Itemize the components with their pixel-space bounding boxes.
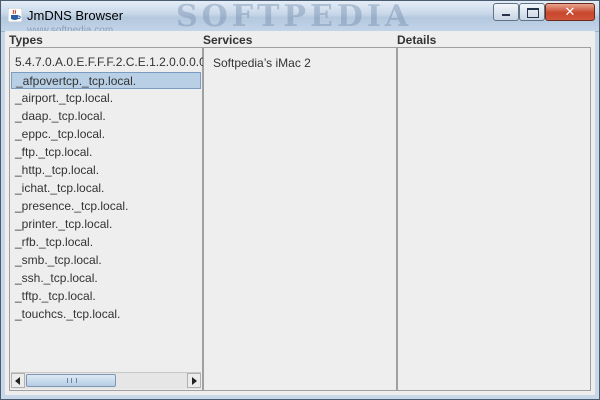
types-list[interactable]: 5.4.7.0.A.0.E.F.F.F.2.C.E.1.2.0.0.0.0 _a… [9,47,206,391]
list-item[interactable]: _touchcs._tcp.local. [15,306,120,323]
list-item[interactable]: _rfb._tcp.local. [15,234,93,251]
list-item[interactable]: _ftp._tcp.local. [15,144,92,161]
minimize-button[interactable] [493,3,519,21]
list-item[interactable]: _http._tcp.local. [15,162,99,179]
java-cup-icon [8,8,22,22]
window-title: JmDNS Browser [27,8,124,23]
horizontal-scrollbar[interactable] [11,372,201,389]
services-list[interactable]: Softpedia’s iMac 2 [203,47,397,391]
types-header: Types [9,33,43,47]
close-button[interactable]: ✕ [545,3,595,21]
details-panel [397,47,591,391]
services-header: Services [203,33,253,47]
scroll-thumb[interactable] [26,374,116,387]
grip-icon [67,378,77,383]
list-item[interactable]: _eppc._tcp.local. [15,126,105,143]
list-item[interactable]: _smb._tcp.local. [15,252,102,269]
list-item[interactable]: _tftp._tcp.local. [15,288,96,305]
list-item[interactable]: _ichat._tcp.local. [15,180,104,197]
list-item[interactable]: _presence._tcp.local. [15,198,128,215]
close-icon: ✕ [564,4,576,19]
content-area: Types Services Details 5.4.7.0.A.0.E.F.F… [5,31,595,395]
maximize-button[interactable] [519,3,545,21]
list-item[interactable]: 5.4.7.0.A.0.E.F.F.F.2.C.E.1.2.0.0.0.0 [15,54,206,71]
watermark: SOFTPEDIA [176,0,413,34]
list-item[interactable]: _ssh._tcp.local. [15,270,98,287]
list-item[interactable]: _daap._tcp.local. [15,108,106,125]
title-bar[interactable]: JmDNS Browser SOFTPEDIA www.softpedia.co… [1,0,599,36]
details-header: Details [397,33,437,47]
scroll-right-button[interactable] [187,373,201,388]
list-item[interactable]: _printer._tcp.local. [15,216,112,233]
scroll-left-button[interactable] [11,373,25,388]
list-item[interactable]: _airport._tcp.local. [15,90,113,107]
service-item[interactable]: Softpedia’s iMac 2 [213,56,311,70]
app-window: JmDNS Browser SOFTPEDIA www.softpedia.co… [0,0,600,400]
list-item-selected[interactable]: _afpovertcp._tcp.local. [11,72,201,89]
